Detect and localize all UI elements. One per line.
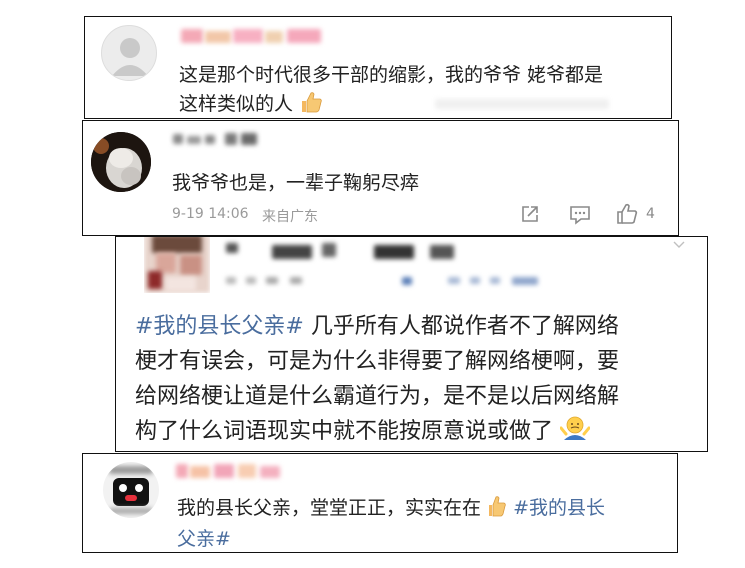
hashtag-link-continued[interactable]: 父亲# [177,524,231,551]
shrug-icon [559,416,591,448]
thumbs-up-icon [487,495,507,522]
comment-card-1: 这是那个时代很多干部的缩影，我的爷爷 姥爷都是 这样类似的人 [84,16,672,119]
chevron-down-icon[interactable] [672,237,686,248]
comment-text-line-4: 构了什么词语现实中就不能按原意说或做了 [135,413,591,448]
comment-text-line-1: 这是那个时代很多干部的缩影，我的爷爷 姥爷都是 [179,64,604,86]
comment-icon[interactable] [569,205,591,225]
avatar[interactable] [91,132,151,192]
comment-timestamp: 9-19 14:06 [172,206,249,222]
comment-text-line-1: #我的县长父亲# 几乎所有人都说作者不了解网络 [135,308,619,340]
share-icon[interactable] [520,204,540,224]
username-pixelated[interactable] [176,462,296,480]
avatar-pixelated[interactable] [144,237,210,293]
hashtag-link[interactable]: #我的县长父亲# [135,314,304,339]
like-icon[interactable] [616,203,638,225]
comment-card-2: 我爷爷也是，一辈子鞠躬尽瘁 9-19 14:06 来自广东 4 [82,120,679,236]
partial-text-pixelated [435,99,609,109]
avatar[interactable] [101,25,157,81]
like-count: 4 [646,206,655,222]
comment-text: 我爷爷也是，一辈子鞠躬尽瘁 [172,172,420,194]
comment-text: 几乎所有人都说作者不了解网络 [303,314,619,339]
comment-text-line-2: 这样类似的人 [179,89,323,118]
comment-text-line-2: 梗才有误会，可是为什么非得要了解网络梗啊，要 [135,349,620,374]
comment-text: 这样类似的人 [179,93,294,115]
comment-card-3: #我的县长父亲# 几乎所有人都说作者不了解网络 梗才有误会，可是为什么非得要了解… [115,236,708,452]
comment-text: 构了什么词语现实中就不能按原意说或做了 [135,419,554,444]
comment-text: 我的县长父亲，堂堂正正，实实在在 [177,497,482,519]
comment-screenshot-collage: 这是那个时代很多干部的缩影，我的爷爷 姥爷都是 这样类似的人 我爷爷也是，一辈子… [0,0,745,568]
comment-text-line-3: 给网络梗让道是什么霸道行为，是不是以后网络解 [135,384,620,409]
comment-text-line-1: 我的县长父亲，堂堂正正，实实在在 #我的县长 [177,493,605,522]
comment-card-4: 我的县长父亲，堂堂正正，实实在在 #我的县长 父亲# [82,453,678,553]
meta-pixelated [226,275,546,287]
comment-location: 来自广东 [262,209,318,225]
avatar-pixelated[interactable] [103,462,159,518]
username-pixelated[interactable] [226,243,466,261]
cat-avatar-icon [91,132,151,192]
username-pixelated[interactable] [173,131,273,147]
hashtag-link[interactable]: #我的县长 [513,497,605,519]
username-pixelated[interactable] [181,27,331,45]
thumbs-up-icon [299,91,323,118]
default-avatar-icon [112,38,148,76]
